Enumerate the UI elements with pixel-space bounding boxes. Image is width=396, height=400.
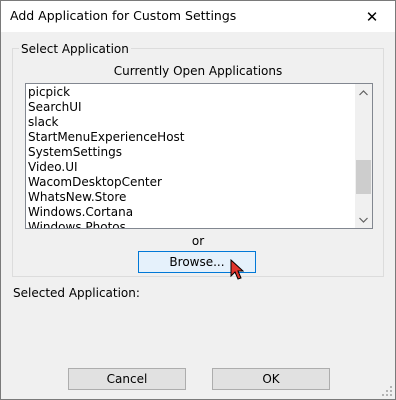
resize-grip-icon[interactable] [381,385,393,397]
applications-listbox[interactable]: picpick SearchUI slack StartMenuExperien… [25,83,373,229]
ok-button[interactable]: OK [212,368,330,390]
list-item[interactable]: Windows.Photos [28,220,354,228]
chevron-up-icon [359,89,368,95]
cancel-button[interactable]: Cancel [68,368,186,390]
cancel-button-label: Cancel [106,372,148,386]
window-title: Add Application for Custom Settings [10,8,237,23]
title-bar: Add Application for Custom Settings ✕ [1,1,395,32]
browse-button-label: Browse... [169,255,225,269]
list-items: picpick SearchUI slack StartMenuExperien… [28,85,354,228]
scroll-down-button[interactable] [355,211,372,228]
list-item[interactable]: WacomDesktopCenter [28,175,354,190]
or-label: or [191,234,205,248]
chevron-down-icon [359,217,368,223]
close-icon: ✕ [365,7,379,26]
list-item[interactable]: SearchUI [28,100,354,115]
list-item[interactable]: slack [28,115,354,130]
ok-button-label: OK [262,372,280,386]
scroll-up-button[interactable] [355,84,372,101]
list-item[interactable]: StartMenuExperienceHost [28,130,354,145]
list-item[interactable]: WhatsNew.Store [28,190,354,205]
vertical-scrollbar[interactable] [355,84,372,228]
dialog-window: Add Application for Custom Settings ✕ Se… [0,0,396,400]
list-item[interactable]: Video.UI [28,160,354,175]
list-item[interactable]: picpick [28,85,354,100]
list-item[interactable]: Windows.Cortana [28,205,354,220]
scroll-thumb[interactable] [356,160,371,195]
group-legend: Select Application [19,42,131,56]
selected-application-label: Selected Application: [13,286,140,300]
mouse-cursor-icon [230,259,244,280]
close-button[interactable]: ✕ [349,1,395,32]
list-header: Currently Open Applications [113,64,283,78]
list-item[interactable]: SystemSettings [28,145,354,160]
